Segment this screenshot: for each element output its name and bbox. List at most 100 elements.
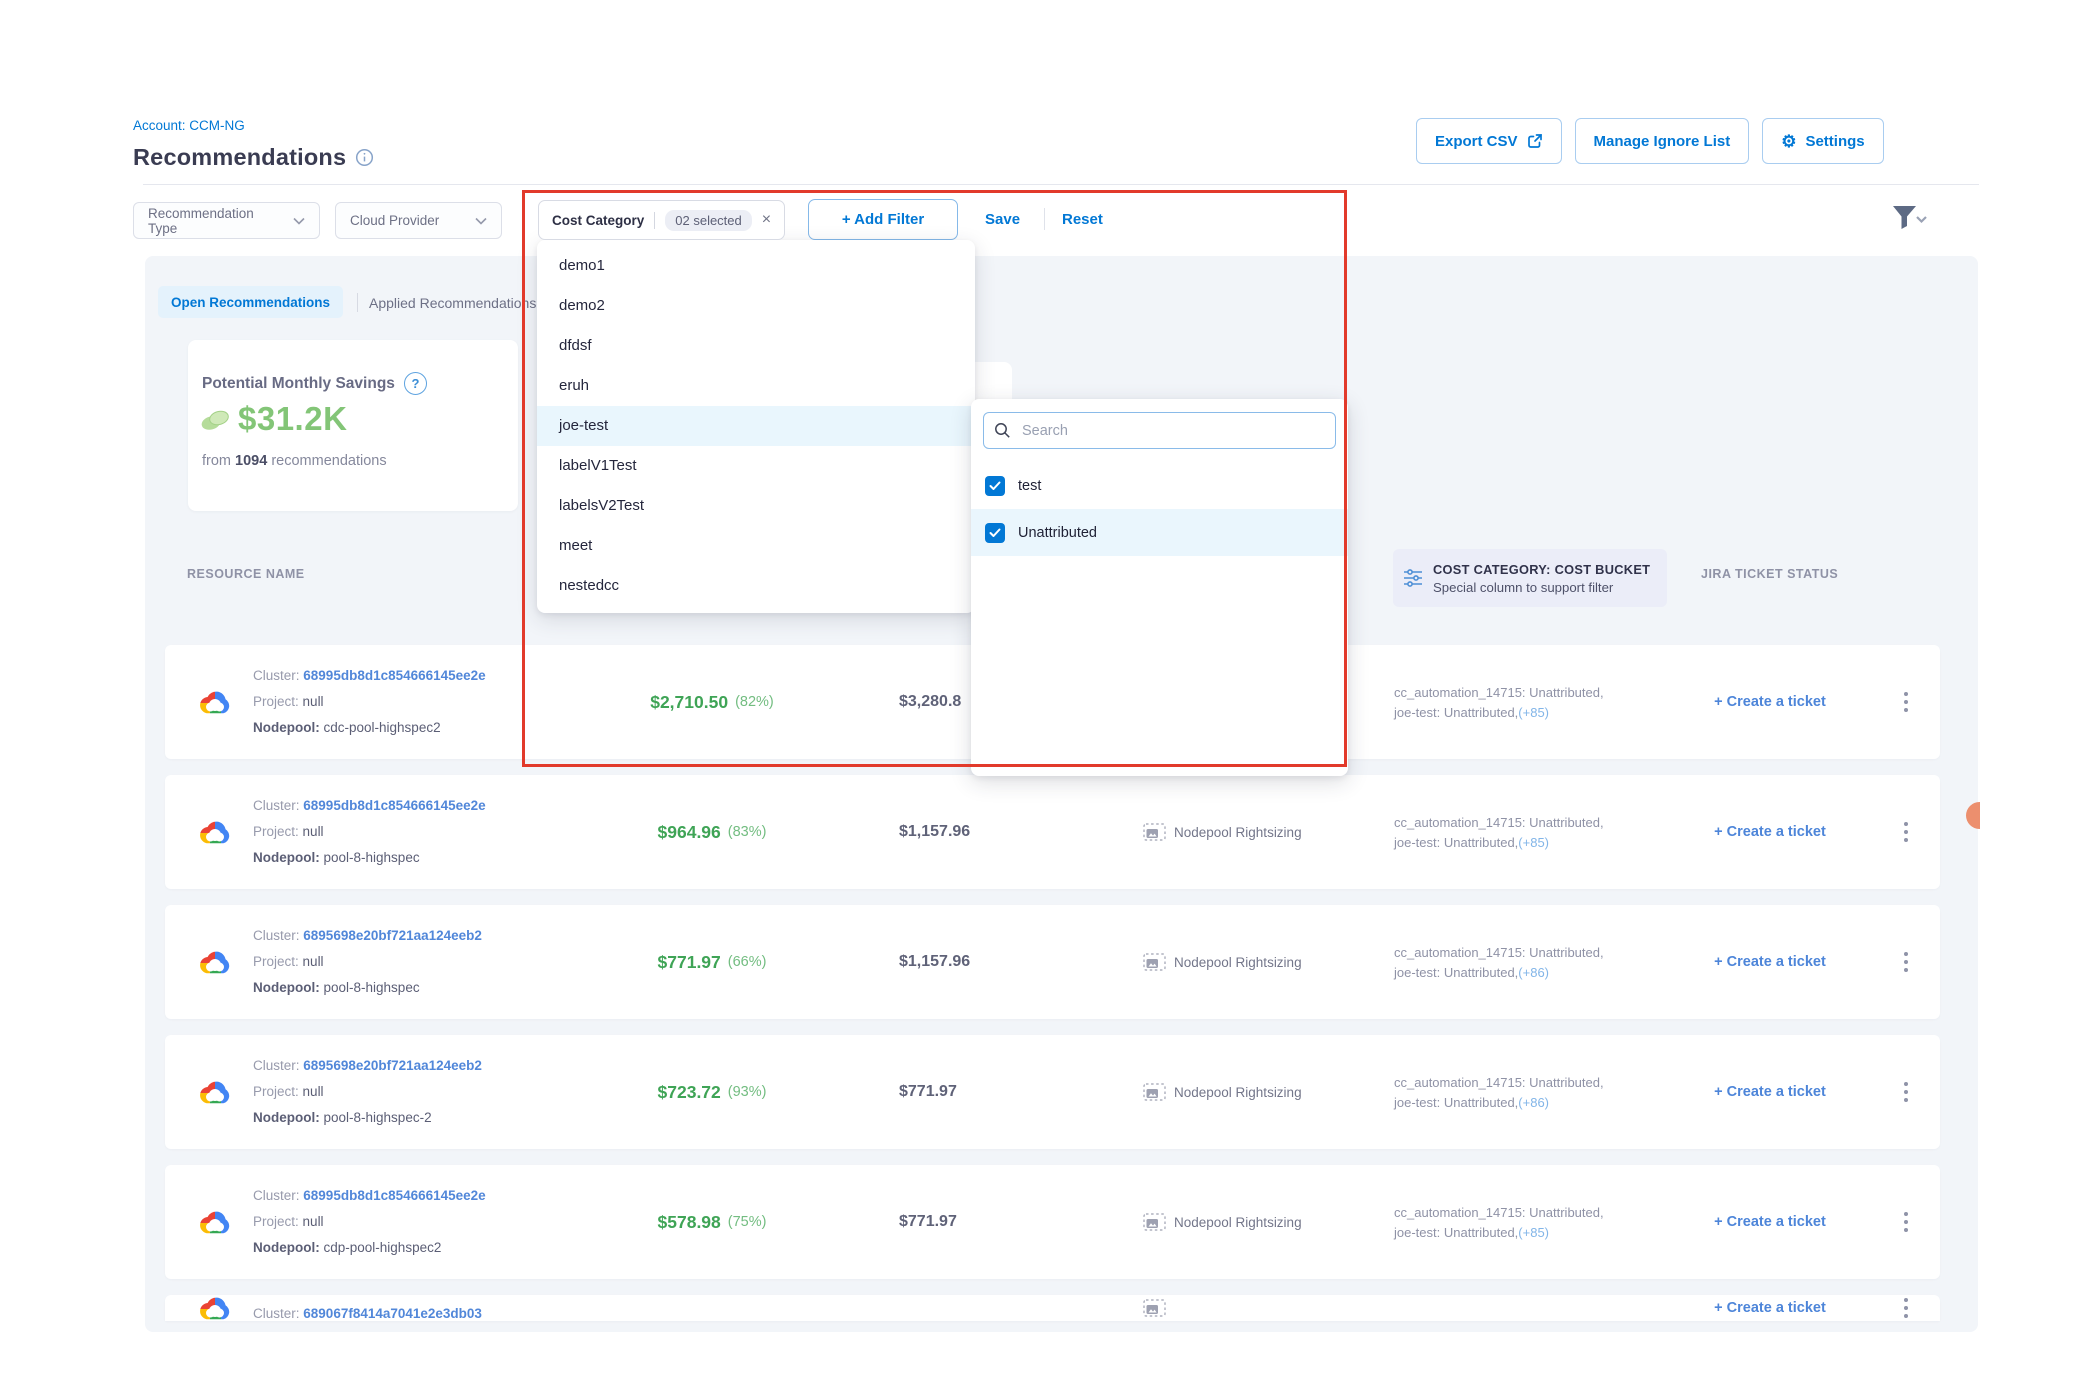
dropdown-item[interactable]: demo1 xyxy=(537,246,975,286)
chevron-down-icon xyxy=(475,217,487,225)
nodepool-label: Nodepool: xyxy=(253,980,320,995)
page-title: Recommendations xyxy=(133,144,346,171)
row-menu-button[interactable] xyxy=(1897,1165,1915,1279)
savings-amount: $2,710.50 xyxy=(650,692,728,713)
table-row[interactable]: Cluster: 68995db8d1c854666145ee2e Projec… xyxy=(165,775,1940,889)
table-row[interactable]: Cluster: 68995db8d1c854666145ee2e Projec… xyxy=(165,1165,1940,1279)
cloud-provider-label: Cloud Provider xyxy=(350,213,439,228)
search-box[interactable] xyxy=(983,412,1336,449)
info-icon[interactable] xyxy=(355,148,374,167)
cluster-link[interactable]: 68995db8d1c854666145ee2e xyxy=(303,668,485,683)
cluster-link[interactable]: 68995db8d1c854666145ee2e xyxy=(303,1188,485,1203)
cloud-provider-select[interactable]: Cloud Provider xyxy=(335,202,502,239)
settings-button[interactable]: ⚙ Settings xyxy=(1762,118,1883,164)
cost-category-cell: cc_automation_14715: Unattributed, joe-t… xyxy=(1394,1165,1604,1279)
create-ticket-button[interactable]: + Create a ticket xyxy=(1655,775,1885,889)
create-ticket-button[interactable]: + Create a ticket xyxy=(1655,1165,1885,1279)
nodepool-label: Nodepool: xyxy=(253,1240,320,1255)
potential-savings-card: Potential Monthly Savings ? $31.2K from … xyxy=(188,340,518,511)
cluster-label: Cluster: xyxy=(253,668,300,683)
dropdown-item[interactable]: labelV1Test xyxy=(537,446,975,486)
monthly-savings-cell: $2,710.50 (82%) xyxy=(587,645,837,759)
cluster-link[interactable]: 689067f8414a7041e2e3db03 xyxy=(303,1306,482,1321)
create-ticket-button[interactable]: + Create a ticket xyxy=(1655,1035,1885,1149)
add-filter-button[interactable]: + Add Filter xyxy=(808,199,958,240)
bucket-options: test Unattributed xyxy=(971,462,1348,556)
table-row[interactable]: Cluster: 6895698e20bf721aa124eeb2 Projec… xyxy=(165,905,1940,1019)
savings-percent: (75%) xyxy=(728,1214,767,1230)
row-menu-button[interactable] xyxy=(1897,1035,1915,1149)
tab-applied-recommendations[interactable]: Applied Recommendations xyxy=(369,295,536,311)
search-input[interactable] xyxy=(1020,422,1325,440)
help-icon[interactable]: ? xyxy=(404,372,427,395)
column-header-cost-category[interactable]: COST CATEGORY: COST BUCKET Special colum… xyxy=(1393,549,1667,607)
project-label: Project: xyxy=(253,1084,299,1099)
gcp-cloud-icon xyxy=(198,1165,232,1279)
close-icon[interactable]: × xyxy=(762,212,771,228)
create-ticket-button[interactable]: + Create a ticket xyxy=(1655,1295,1885,1321)
dropdown-item[interactable]: demo2 xyxy=(537,286,975,326)
savings-percent: (93%) xyxy=(728,1084,767,1100)
cost-category-filter-chip[interactable]: Cost Category 02 selected × xyxy=(538,200,785,240)
savings-percent: (83%) xyxy=(728,824,767,840)
rightsizing-icon xyxy=(1143,823,1166,841)
row-menu-button[interactable] xyxy=(1897,775,1915,889)
manage-ignore-list-button[interactable]: Manage Ignore List xyxy=(1575,118,1750,164)
reset-filter-button[interactable]: Reset xyxy=(1062,211,1103,228)
cost-category-header-title: COST CATEGORY: COST BUCKET xyxy=(1433,562,1650,577)
monthly-cost-cell: $3,280.8 xyxy=(899,645,961,759)
cluster-link[interactable]: 68995db8d1c854666145ee2e xyxy=(303,798,485,813)
tab-divider xyxy=(357,293,358,312)
add-filter-label: + Add Filter xyxy=(842,211,924,228)
savings-percent: (66%) xyxy=(728,954,767,970)
create-ticket-button[interactable]: + Create a ticket xyxy=(1655,645,1885,759)
export-csv-label: Export CSV xyxy=(1435,133,1518,150)
recommendation-type-label: Recommendation Type xyxy=(148,206,283,236)
checkbox-checked-icon[interactable] xyxy=(985,523,1005,543)
breadcrumb-account-link[interactable]: Account: CCM-NG xyxy=(133,118,245,133)
dropdown-item[interactable]: eruh xyxy=(537,366,975,406)
dropdown-item[interactable]: nestedcc xyxy=(537,566,975,606)
chip-divider xyxy=(654,212,655,229)
option-test[interactable]: test xyxy=(971,462,1348,509)
savings-percent: (82%) xyxy=(735,694,774,710)
project-value: null xyxy=(303,1214,324,1229)
cluster-link[interactable]: 6895698e20bf721aa124eeb2 xyxy=(303,928,482,943)
dropdown-item[interactable]: dfdsf xyxy=(537,326,975,366)
table-row[interactable]: Cluster: 6895698e20bf721aa124eeb2 Projec… xyxy=(165,1035,1940,1149)
row-menu-button[interactable] xyxy=(1897,1295,1915,1321)
project-label: Project: xyxy=(253,1214,299,1229)
cost-category-more-link[interactable]: (+85) xyxy=(1518,835,1549,850)
cost-category-line2: joe-test: Unattributed, xyxy=(1394,1095,1518,1110)
filter-lines-icon xyxy=(1402,568,1424,588)
column-header-jira-status[interactable]: JIRA TICKET STATUS xyxy=(1701,567,1838,581)
dropdown-item[interactable]: meet xyxy=(537,526,975,566)
checkbox-checked-icon[interactable] xyxy=(985,476,1005,496)
cost-category-header-subtitle: Special column to support filter xyxy=(1433,580,1650,595)
tab-open-label: Open Recommendations xyxy=(171,295,330,310)
cost-category-more-link[interactable]: (+86) xyxy=(1518,1095,1549,1110)
dropdown-item[interactable]: labelsV2Test xyxy=(537,486,975,526)
table-row[interactable]: Cluster: 689067f8414a7041e2e3db03 Projec… xyxy=(165,1295,1940,1321)
cluster-link[interactable]: 6895698e20bf721aa124eeb2 xyxy=(303,1058,482,1073)
export-csv-button[interactable]: Export CSV xyxy=(1416,118,1562,164)
cost-category-more-link[interactable]: (+85) xyxy=(1518,1225,1549,1240)
funnel-filter-icon[interactable] xyxy=(1890,204,1928,236)
option-unattributed[interactable]: Unattributed xyxy=(971,509,1348,556)
column-header-resource-name[interactable]: RESOURCE NAME xyxy=(187,567,305,581)
savings-amount: $964.96 xyxy=(658,822,721,843)
savings-subtext: from 1094 recommendations xyxy=(202,453,387,469)
row-menu-button[interactable] xyxy=(1897,905,1915,1019)
save-filter-button[interactable]: Save xyxy=(985,211,1020,228)
recommendation-type-select[interactable]: Recommendation Type xyxy=(133,202,320,239)
rightsizing-icon xyxy=(1143,953,1166,971)
tab-open-recommendations[interactable]: Open Recommendations xyxy=(158,286,343,318)
cost-category-cell: cc_automation_14715: Unattributed, joe-t… xyxy=(1394,1035,1604,1149)
cost-category-cell: cc_automation_14715: Unattributed, joe-t… xyxy=(1394,905,1604,1019)
project-label: Project: xyxy=(253,694,299,709)
cost-category-more-link[interactable]: (+85) xyxy=(1518,705,1549,720)
dropdown-item-highlighted[interactable]: joe-test xyxy=(537,406,975,446)
row-menu-button[interactable] xyxy=(1897,645,1915,759)
create-ticket-button[interactable]: + Create a ticket xyxy=(1655,905,1885,1019)
cost-category-more-link[interactable]: (+86) xyxy=(1518,965,1549,980)
